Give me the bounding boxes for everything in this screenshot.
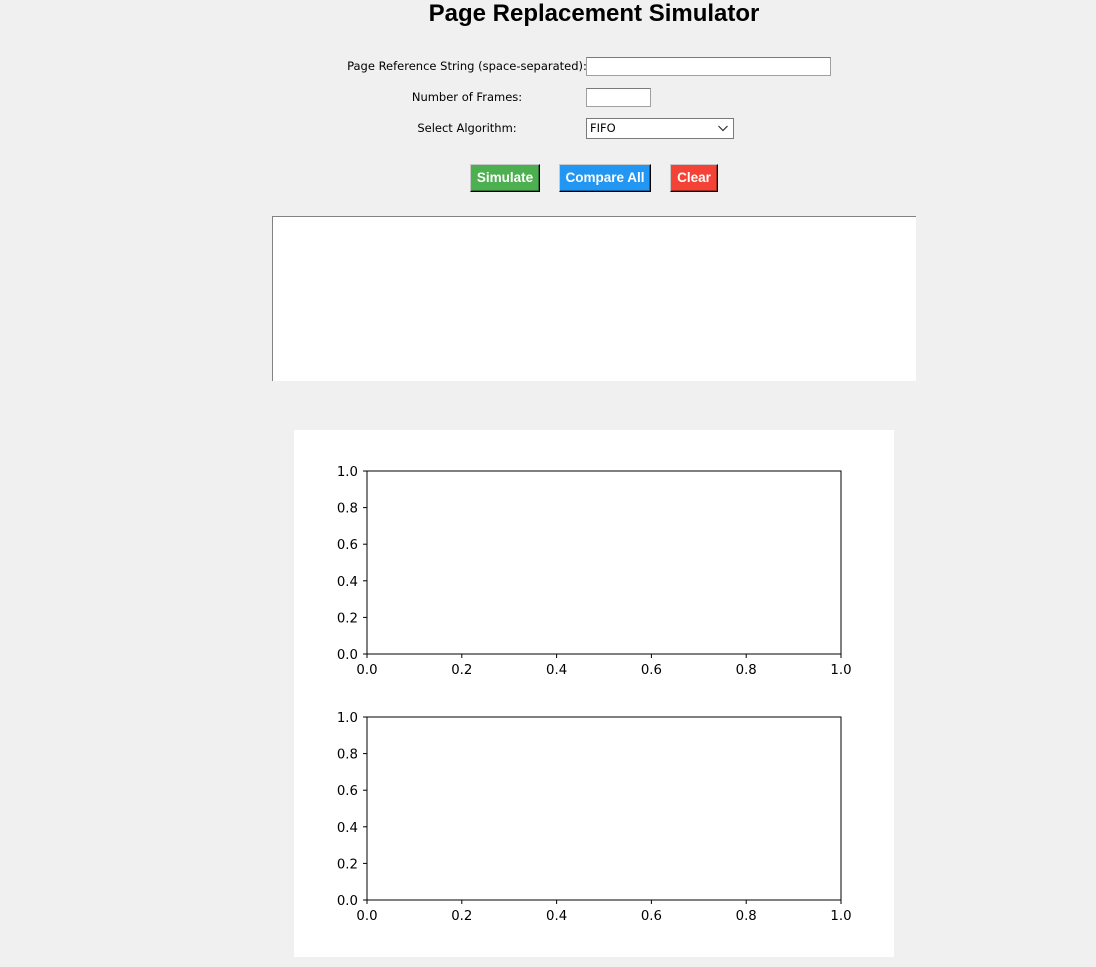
reference-string-input[interactable] (586, 57, 831, 76)
plot-axes-2: 0.0 0.2 0.4 0.6 0.8 1.0 0.0 0.2 0.4 0.6 0.8 1.0 (337, 711, 852, 924)
x-tick-label: 0.0 (356, 663, 377, 678)
simulate-button[interactable]: Simulate (470, 164, 540, 192)
x-tick-label: 0.2 (451, 909, 472, 924)
x-tick-label: 0.4 (546, 663, 567, 678)
y-tick-label: 0.2 (337, 857, 358, 872)
frames-label: Number of Frames: (411, 90, 523, 104)
x-tick-label: 0.8 (736, 663, 757, 678)
y-tick-label: 1.0 (337, 465, 358, 480)
x-tick-label: 1.0 (830, 909, 851, 924)
algorithm-selected-value: FIFO (590, 121, 616, 135)
compare-all-button[interactable]: Compare All (559, 164, 651, 192)
reference-string-label: Page Reference String (space-separated): (347, 59, 587, 73)
algorithm-select[interactable]: FIFO (586, 118, 734, 139)
x-tick-label: 0.0 (356, 909, 377, 924)
plot-panel: 0.0 0.2 0.4 0.6 0.8 1.0 0.0 0.2 0.4 0.6 0.8 1.0 0.0 0… (294, 430, 894, 957)
plot-axes-1: 0.0 0.2 0.4 0.6 0.8 1.0 0.0 0.2 0.4 0.6 0.8 1.0 (337, 465, 852, 678)
y-tick-label: 0.6 (337, 538, 358, 553)
y-tick-label: 1.0 (337, 711, 358, 726)
plot-frame (366, 716, 842, 901)
x-tick-label: 0.6 (641, 909, 662, 924)
y-tick-label: 0.8 (337, 748, 358, 763)
page-title: Page Replacement Simulator (428, 0, 760, 27)
y-tick-label: 0.4 (337, 575, 358, 590)
y-tick-label: 0.0 (337, 648, 358, 663)
algorithm-label: Select Algorithm: (417, 121, 517, 135)
plot-frame (366, 470, 842, 655)
x-tick-label: 0.8 (736, 909, 757, 924)
y-tick-label: 0.4 (337, 821, 358, 836)
x-tick-label: 0.6 (641, 663, 662, 678)
x-tick-label: 1.0 (830, 663, 851, 678)
x-tick-label: 0.4 (546, 909, 567, 924)
frames-input[interactable] (586, 88, 651, 107)
plot-canvas: 0.0 0.2 0.4 0.6 0.8 1.00.00.20.40.60.81.00.0 0… (337, 465, 852, 924)
y-tick-label: 0.0 (337, 894, 358, 909)
y-tick-label: 0.2 (337, 611, 358, 626)
y-tick-label: 0.6 (337, 784, 358, 799)
output-text-area[interactable] (272, 216, 916, 381)
y-tick-label: 0.8 (337, 502, 358, 517)
clear-button[interactable]: Clear (670, 164, 718, 192)
x-tick-label: 0.2 (451, 663, 472, 678)
chevron-down-icon[interactable] (717, 122, 729, 134)
